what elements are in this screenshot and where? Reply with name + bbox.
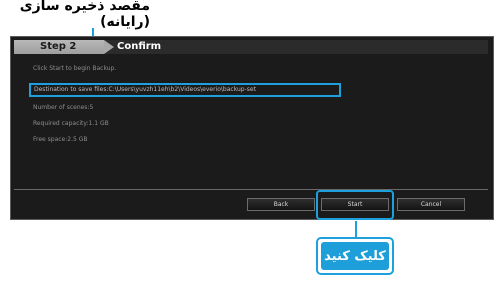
free-space-text: Free space:2.5 GB [33,136,88,143]
step-title: Confirm [117,41,162,52]
button-separator [14,189,488,190]
click-annotation-text: کلیک کنید [321,242,389,270]
step-arrow-icon [104,40,114,54]
cancel-button[interactable]: Cancel [397,198,465,211]
storage-destination-annotation: مقصد ذخیره سازی (رایانه) [19,0,150,30]
click-annotation-badge: کلیک کنید [316,237,394,275]
destination-path-text: Destination to save files:C:\Users\yuvzh… [29,83,341,97]
required-capacity-text: Required capacity:1.1 GB [33,120,109,127]
intro-text: Click Start to begin Backup. [33,65,117,72]
bottom-callout-line [355,221,357,237]
step-label: Step 2 [14,40,104,54]
start-button[interactable]: Start [321,198,389,211]
back-button[interactable]: Back [247,198,315,211]
step-bar: Step 2 Confirm [14,40,488,54]
number-of-scenes-text: Number of scenes:5 [33,104,94,111]
backup-confirm-window: Step 2 Confirm Click Start to begin Back… [10,36,494,220]
